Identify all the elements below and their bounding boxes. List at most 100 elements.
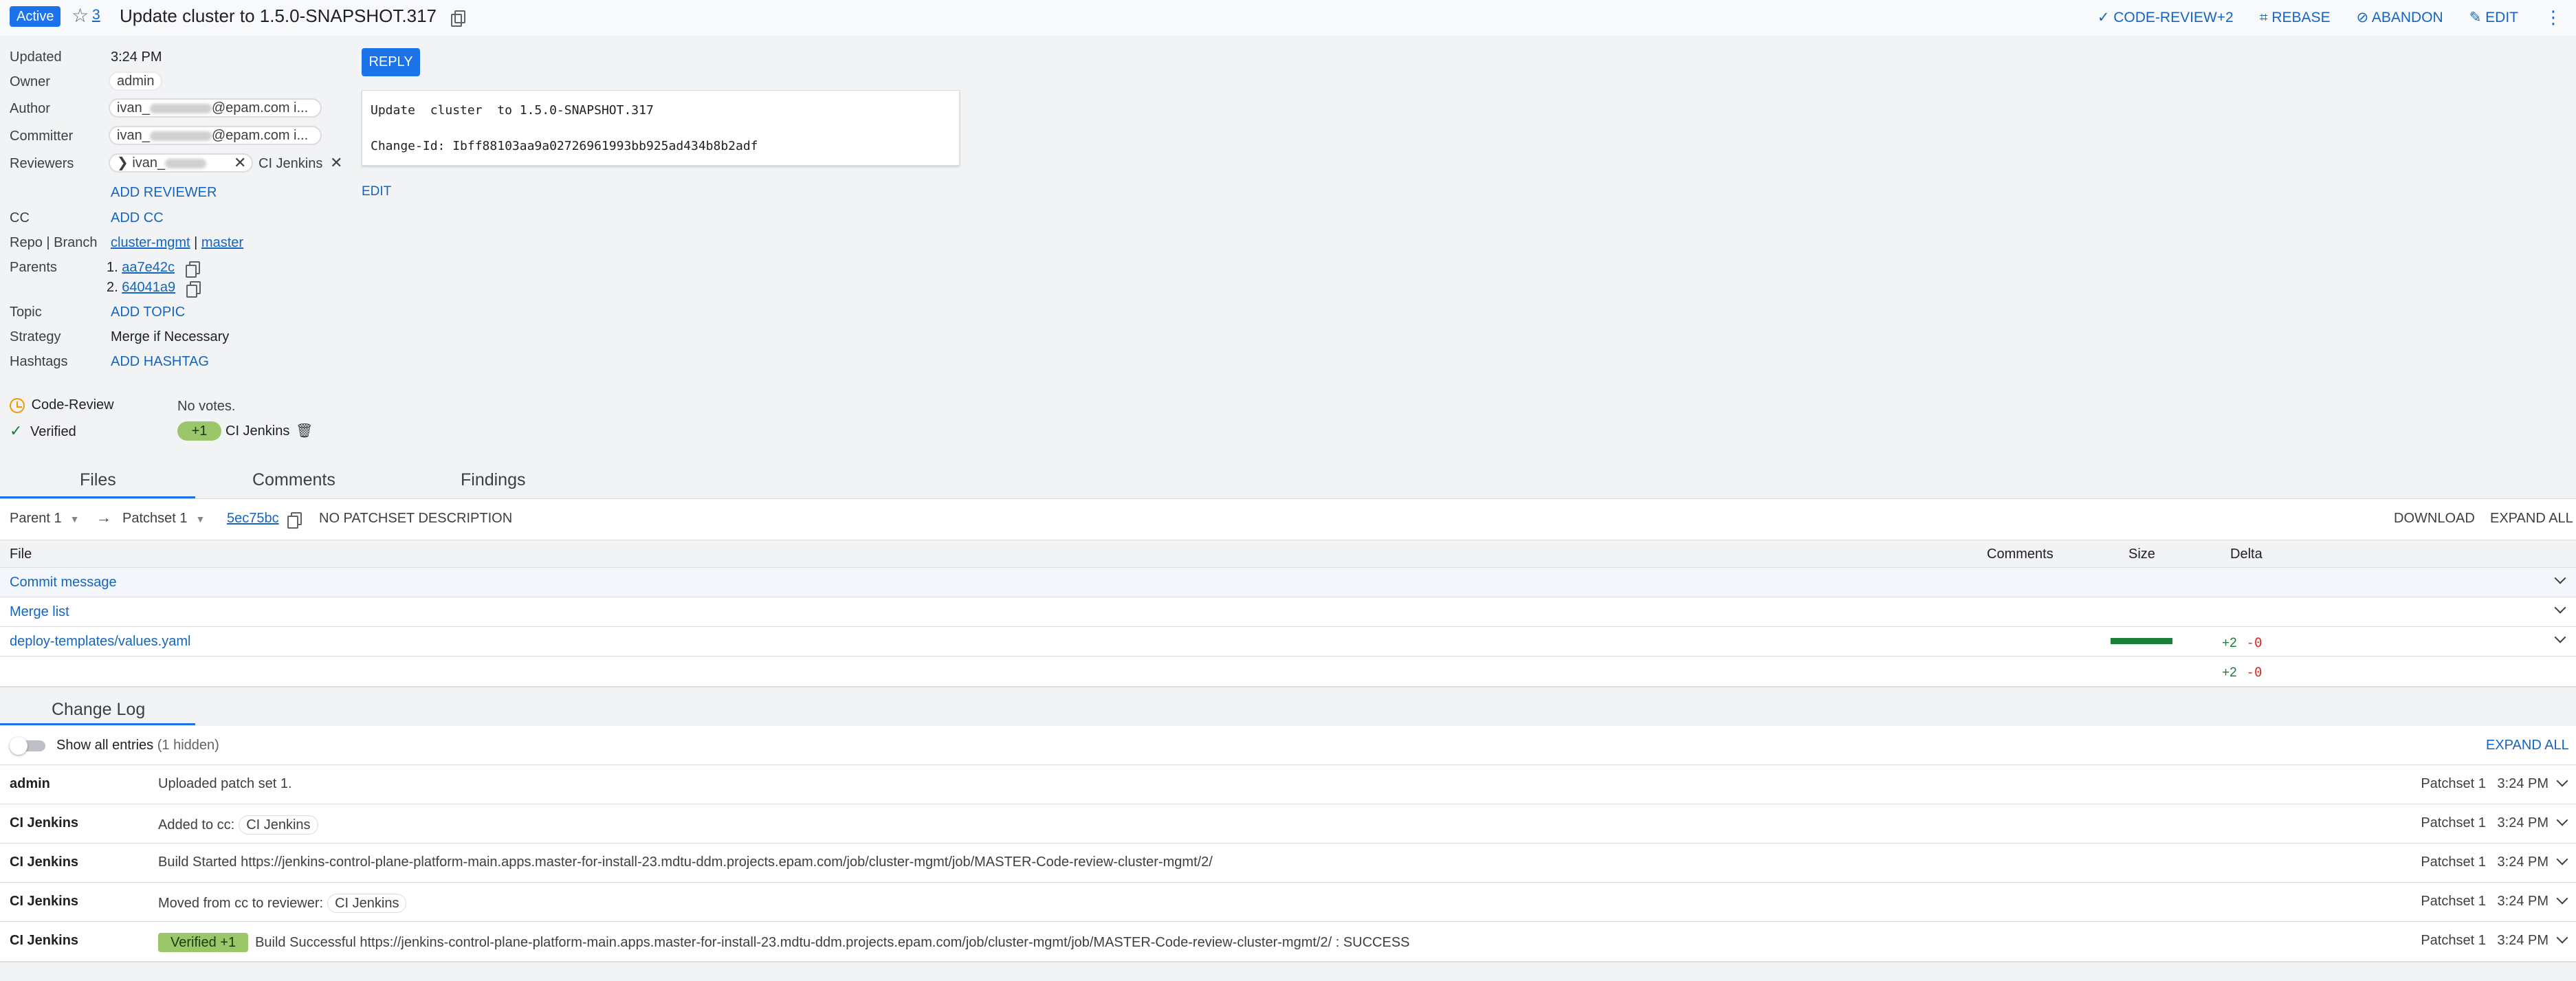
- file-row-merge-list[interactable]: Merge list: [0, 597, 2576, 627]
- dropdown-caret-icon: ▼: [69, 514, 80, 525]
- committer-chip[interactable]: ivan_ @epam.com i...: [109, 126, 322, 145]
- owner-chip[interactable]: admin: [109, 71, 163, 91]
- copy-icon[interactable]: [451, 10, 466, 27]
- edit-label: EDIT: [2485, 10, 2518, 25]
- abandon-button[interactable]: ⊘ ABANDON: [2357, 9, 2443, 26]
- author-chip[interactable]: ivan_ @epam.com i...: [109, 98, 322, 118]
- file-name[interactable]: Merge list: [10, 604, 69, 620]
- file-name[interactable]: deploy-templates/values.yaml: [10, 634, 190, 650]
- more-menu-icon[interactable]: ⋮: [2544, 7, 2562, 28]
- changelog-entry[interactable]: CI Jenkins Added to cc: CI Jenkins Patchs…: [0, 804, 2576, 843]
- entry-author: CI Jenkins: [10, 855, 79, 870]
- toggle-knob: [10, 737, 27, 755]
- entry-author: CI Jenkins: [10, 815, 79, 830]
- changelog-entry[interactable]: CI Jenkins Build Started https://jenkins…: [0, 843, 2576, 882]
- total-delta: +2 -0: [2222, 664, 2262, 681]
- total-added: +2: [2222, 665, 2237, 680]
- account-chip[interactable]: CI Jenkins: [327, 894, 407, 913]
- entry-message: Build Successful https://jenkins-control…: [255, 935, 1410, 950]
- chevron-down-icon[interactable]: [2556, 932, 2568, 944]
- author-suffix: @epam.com i...: [211, 100, 309, 115]
- redacted-name: [165, 158, 207, 168]
- commit-hash-link[interactable]: 5ec75bc: [227, 511, 279, 526]
- add-reviewer-link[interactable]: ADD REVIEWER: [111, 185, 217, 201]
- trash-icon[interactable]: 🗑: [296, 422, 313, 439]
- add-cc-link[interactable]: ADD CC: [111, 210, 164, 226]
- show-all-toggle[interactable]: [10, 737, 48, 755]
- add-topic-link[interactable]: ADD TOPIC: [111, 305, 185, 320]
- download-button[interactable]: DOWNLOAD: [2394, 511, 2475, 527]
- tab-comments[interactable]: Comments: [252, 470, 335, 490]
- entry-message: Moved from cc to reviewer:: [158, 896, 324, 911]
- tab-findings[interactable]: Findings: [461, 470, 526, 490]
- reviewer-2[interactable]: CI Jenkins: [258, 156, 322, 172]
- file-name[interactable]: Commit message: [10, 575, 117, 591]
- account-chip[interactable]: CI Jenkins: [239, 815, 318, 835]
- add-hashtag-link[interactable]: ADD HASHTAG: [111, 354, 209, 370]
- verified-label: Verified: [30, 424, 76, 439]
- chevron-down-icon[interactable]: [2556, 775, 2568, 787]
- changelog-entry[interactable]: admin Uploaded patch set 1. Patchset 1 3…: [0, 764, 2576, 804]
- chevron-down-icon[interactable]: [2554, 603, 2565, 614]
- repo-link[interactable]: cluster-mgmt: [111, 235, 190, 250]
- author-label: Author: [10, 101, 50, 116]
- copy-icon[interactable]: [185, 261, 200, 278]
- parent-1-link[interactable]: aa7e42c: [122, 260, 175, 275]
- size-column-header: Size: [2128, 547, 2155, 562]
- chevron-down-icon[interactable]: [2554, 632, 2565, 643]
- copy-icon[interactable]: [287, 511, 302, 529]
- remove-reviewer-1-icon[interactable]: ✕: [234, 154, 246, 172]
- entry-time: 3:24 PM: [2497, 776, 2549, 791]
- entry-patchset: Patchset 1: [2421, 776, 2486, 791]
- star-count[interactable]: 3: [92, 7, 100, 23]
- chevron-down-icon[interactable]: [2556, 892, 2568, 905]
- copy-icon[interactable]: [186, 280, 201, 298]
- lines-removed: -0: [2246, 635, 2263, 650]
- rebase-button[interactable]: ⌗ REBASE: [2260, 10, 2331, 26]
- changelog-entry[interactable]: CI Jenkins Moved from cc to reviewer: CI …: [0, 882, 2576, 921]
- patchset-select[interactable]: Patchset 1 ▼: [122, 511, 205, 527]
- reviewer-chip-1[interactable]: ❯ ivan_: [109, 153, 253, 173]
- committer-label: Committer: [10, 129, 74, 144]
- tab-bar: [0, 459, 2576, 499]
- abandon-icon: ⊘: [2356, 10, 2372, 25]
- entry-author: CI Jenkins: [10, 933, 79, 948]
- author-prefix: ivan_: [117, 100, 150, 115]
- parent-2-link[interactable]: 64041a9: [122, 280, 175, 295]
- parent-select[interactable]: Parent 1 ▼: [10, 511, 79, 527]
- show-all-label: Show all entries (1 hidden): [56, 738, 219, 753]
- expand-all-log-button[interactable]: EXPAND ALL: [2486, 738, 2569, 753]
- remove-reviewer-2-icon[interactable]: ✕: [330, 154, 342, 172]
- edit-commit-message-link[interactable]: EDIT: [362, 184, 391, 199]
- code-review-button[interactable]: ✓ CODE-REVIEW+2: [2098, 9, 2234, 26]
- entry-meta: Patchset 1 3:24 PM: [2421, 892, 2568, 910]
- redacted-name: [149, 103, 212, 113]
- patchset-select-value: Patchset 1: [122, 511, 188, 526]
- reply-button[interactable]: REPLY: [362, 48, 420, 76]
- code-review-row: Code-Review: [10, 397, 114, 413]
- file-row-values-yaml[interactable]: deploy-templates/values.yaml +2 -0: [0, 627, 2576, 657]
- patchset-description: NO PATCHSET DESCRIPTION: [319, 511, 513, 526]
- expand-all-files-button[interactable]: EXPAND ALL: [2490, 511, 2573, 527]
- tab-files[interactable]: Files: [80, 470, 116, 490]
- file-column-header: File: [10, 547, 32, 562]
- edit-button[interactable]: ✎ EDIT: [2469, 9, 2518, 26]
- owner-name: admin: [117, 74, 155, 89]
- changelog-entry[interactable]: CI Jenkins Verified +1 Build Successful h…: [0, 921, 2576, 960]
- chevron-down-icon[interactable]: [2554, 573, 2565, 584]
- updated-value: 3:24 PM: [111, 49, 162, 65]
- committer-prefix: ivan_: [117, 128, 150, 143]
- star-icon[interactable]: ☆: [71, 4, 89, 27]
- change-title-text: Update cluster to 1.5.0-SNAPSHOT.317: [120, 5, 437, 26]
- branch-link[interactable]: master: [201, 235, 243, 250]
- parent-select-value: Parent 1: [10, 511, 62, 526]
- file-row-commit-message[interactable]: Commit message: [0, 568, 2576, 597]
- entry-message-wrap: Verified +1 Build Successful https://jenk…: [158, 933, 1410, 952]
- reviewer-1-prefix: ivan_: [132, 155, 166, 170]
- entry-meta: Patchset 1 3:24 PM: [2421, 814, 2568, 831]
- chevron-down-icon[interactable]: [2556, 853, 2568, 866]
- chevron-down-icon[interactable]: [2556, 814, 2568, 826]
- verified-vote-badge: Verified +1: [158, 933, 249, 952]
- status-badge: Active: [10, 6, 61, 27]
- tab-change-log[interactable]: Change Log: [52, 700, 145, 720]
